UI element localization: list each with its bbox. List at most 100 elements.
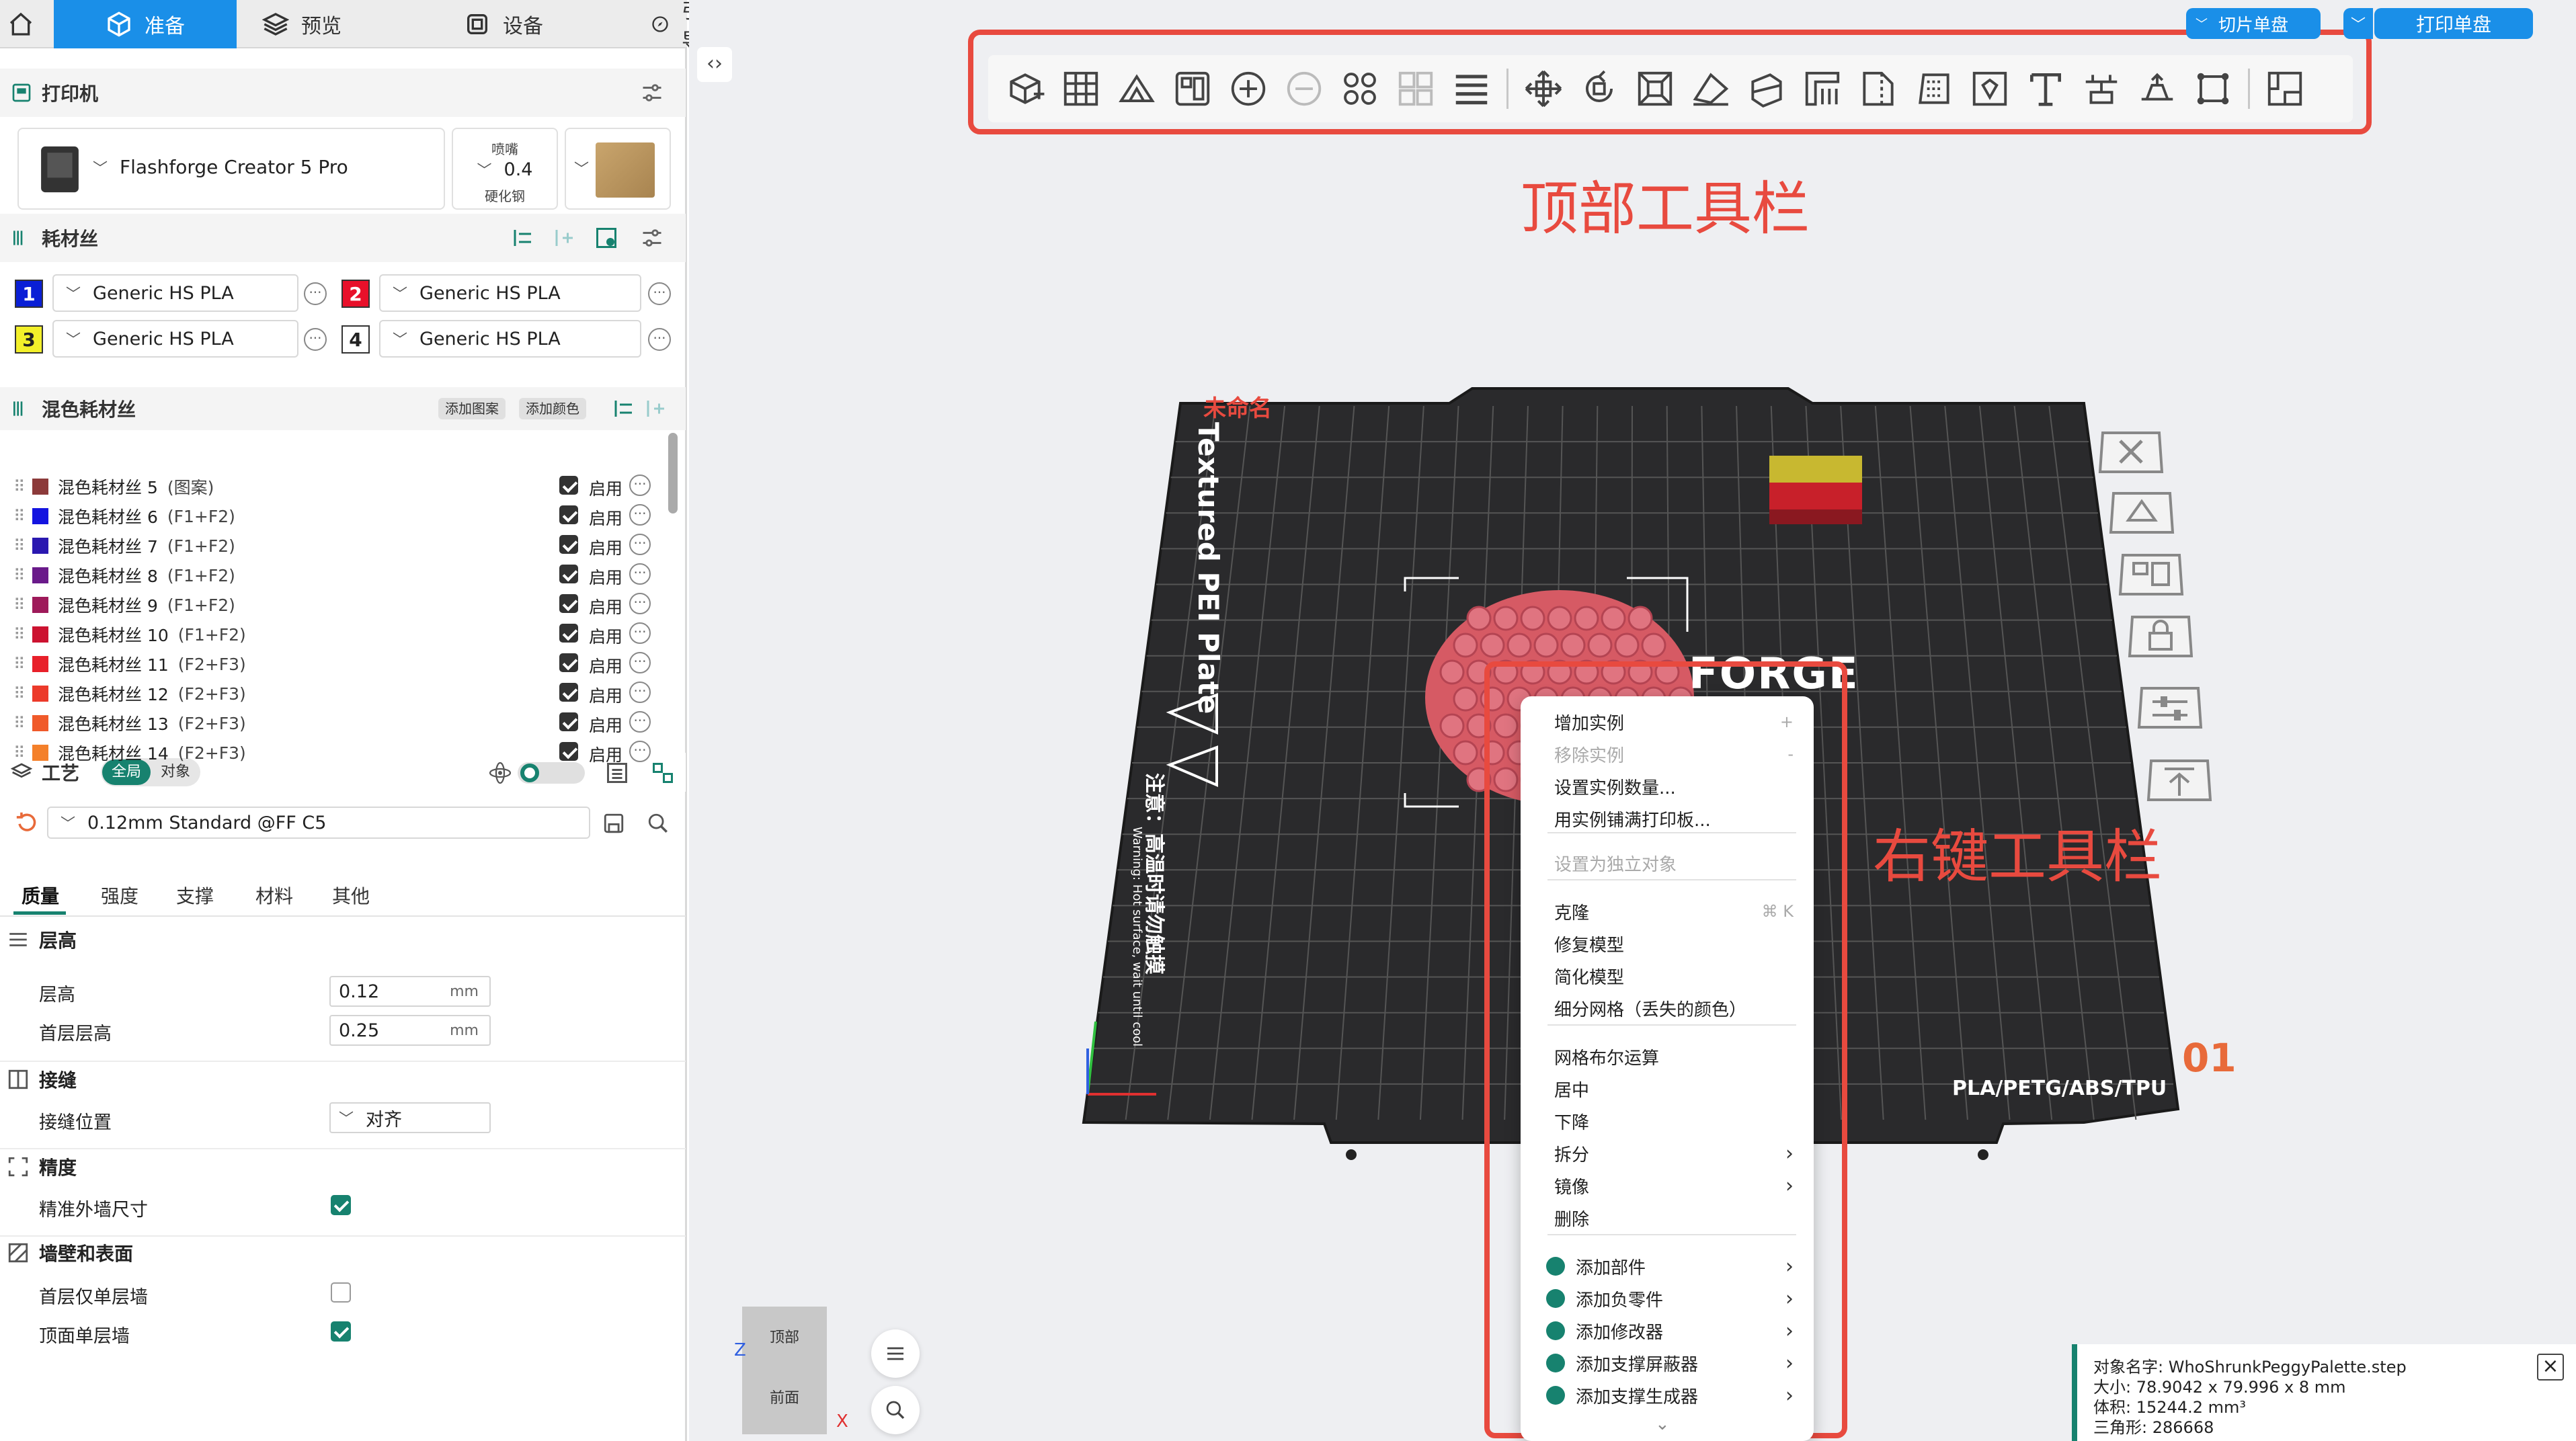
more-icon[interactable]: ··· [304,282,327,305]
list-item[interactable]: ⠿ 混色耗材丝 12 (F2+F3) 启用 ··· [13,679,666,708]
more-icon[interactable]: ··· [629,534,651,555]
tab-strength[interactable]: 强度 [101,882,138,909]
support-painting-icon[interactable] [1802,68,1843,110]
zoom-button[interactable] [871,1386,920,1434]
menu-item[interactable]: 居中 [1521,1073,1814,1105]
menu-item[interactable]: 添加支撑生成器 › [1521,1379,1814,1411]
more-icon[interactable]: ··· [648,282,671,305]
assembly-icon[interactable] [2192,68,2234,110]
menu-item[interactable]: 添加修改器 › [1521,1315,1814,1347]
drag-handle-icon[interactable]: ⠿ [13,536,32,555]
arrange-icon[interactable] [2118,552,2185,597]
list-item[interactable]: ⠿ 混色耗材丝 13 (F2+F3) 启用 ··· [13,708,666,738]
drag-handle-icon[interactable]: ⠿ [13,566,32,585]
measure-icon[interactable] [2081,68,2122,110]
menu-item[interactable]: 拆分 › [1521,1137,1814,1169]
menu-item[interactable]: 添加部件 › [1521,1250,1814,1282]
enable-checkbox[interactable] [559,535,578,554]
menu-item[interactable]: 镜像 › [1521,1169,1814,1202]
settings-sliders-icon[interactable] [640,226,664,250]
menu-item[interactable]: 设置实例数量... [1521,770,1814,802]
first-layer-height-input[interactable]: 0.25 mm [329,1015,491,1046]
process-preset-select[interactable]: ﹀ 0.12mm Standard @FF C5 [47,807,590,839]
move-to-top-icon[interactable] [2146,758,2213,802]
enable-checkbox[interactable] [559,594,578,613]
menu-item[interactable]: 增加实例 + [1521,706,1814,738]
drag-handle-icon[interactable]: ⠿ [13,714,32,733]
list-item[interactable]: ⠿ 混色耗材丝 11 (F2+F3) 启用 ··· [13,649,666,679]
filament-select-2[interactable]: ﹀ Generic HS PLA [379,274,641,312]
filament-add-icon[interactable] [644,397,668,421]
list-item[interactable]: ⠿ 混色耗材丝 6 (F1+F2) 启用 ··· [13,501,666,531]
add-object-icon[interactable] [1004,68,1046,110]
remove-instance-icon[interactable] [1283,68,1325,110]
settings-sliders-icon[interactable] [640,81,664,105]
menu-item[interactable]: 用实例铺满打印板... [1521,802,1814,835]
filament-select-1[interactable]: ﹀ Generic HS PLA [52,274,298,312]
auto-orient-icon[interactable] [2108,491,2175,535]
list-item[interactable]: ⠿ 混色耗材丝 7 (F1+F2) 启用 ··· [13,531,666,561]
collapse-sidebar-button[interactable]: ‹› [697,47,732,82]
menu-item[interactable]: 简化模型 [1521,960,1814,992]
plate-settings-icon[interactable] [2136,686,2204,730]
plate-grid-icon[interactable] [1060,68,1102,110]
drag-handle-icon[interactable]: ⠿ [13,595,32,614]
plate-selector[interactable]: ﹀ [565,128,671,210]
list-item[interactable]: ⠿ 混色耗材丝 10 (F1+F2) 启用 ··· [13,620,666,649]
list-item[interactable]: ⠿ 混色耗材丝 5 (图案) 启用 ··· [13,472,666,501]
lock-icon[interactable] [2127,614,2194,659]
more-icon[interactable]: ··· [629,741,651,762]
menu-item[interactable]: 网格布尔运算 [1521,1040,1814,1073]
auto-orient-icon[interactable] [1116,68,1158,110]
seam-painting-icon[interactable] [1857,68,1899,110]
split-objects-icon[interactable] [1339,68,1381,110]
lay-on-face-icon[interactable] [1690,68,1732,110]
more-icon[interactable]: ··· [629,622,651,644]
add-pattern-button[interactable]: 添加图案 [438,398,506,419]
drag-handle-icon[interactable]: ⠿ [13,507,32,526]
tab-prepare[interactable]: 准备 [54,0,237,48]
menu-item[interactable]: 修复模型 [1521,928,1814,960]
menu-item[interactable]: 添加支撑屏蔽器 › [1521,1347,1814,1379]
enable-checkbox[interactable] [559,476,578,495]
enable-checkbox[interactable] [559,624,578,643]
enable-checkbox[interactable] [559,742,578,761]
filament-select-4[interactable]: ﹀ Generic HS PLA [379,320,641,358]
menu-item[interactable]: 删除 [1521,1202,1814,1234]
save-icon[interactable] [602,812,625,835]
enable-checkbox[interactable] [559,565,578,583]
slice-plate-button[interactable]: ﹀ 切片单盘 [2186,8,2321,39]
arrange-icon[interactable] [1172,68,1213,110]
drag-handle-icon[interactable]: ⠿ [13,625,32,644]
tab-device[interactable]: 设备 [464,0,543,48]
more-icon[interactable]: ··· [648,328,671,351]
chevron-down-icon[interactable]: ⌄ [1655,1414,1670,1434]
close-plate-icon[interactable] [2097,430,2165,475]
scale-icon[interactable] [1634,68,1676,110]
more-icon[interactable]: ··· [304,328,327,351]
nozzle-selector[interactable]: 喷嘴 ﹀ 0.4 硬化钢 [452,128,558,210]
menu-item[interactable]: 细分网格（丢失的颜色） [1521,992,1814,1024]
fuzzy-skin-icon[interactable] [1913,68,1955,110]
enable-checkbox[interactable] [559,505,578,524]
more-icon[interactable]: ··· [629,593,651,614]
tab-quality[interactable]: 质量 [22,882,59,909]
more-icon[interactable]: ··· [629,504,651,526]
more-icon[interactable]: ··· [629,563,651,585]
tab-support[interactable]: 支撑 [176,882,214,909]
enable-checkbox[interactable] [559,683,578,702]
filament-select-3[interactable]: ﹀ Generic HS PLA [52,320,298,358]
filament-sync-icon[interactable] [511,226,535,250]
drag-handle-icon[interactable]: ⠿ [13,477,32,496]
filament-edit-icon[interactable] [594,226,618,250]
printer-selector[interactable]: ﹀ Flashforge Creator 5 Pro [17,128,445,210]
tab-other[interactable]: 其他 [332,882,370,909]
more-icon[interactable]: ··· [629,682,651,703]
brim-ears-icon[interactable] [2264,68,2306,110]
close-icon[interactable]: × [2537,1354,2564,1381]
list-item[interactable]: ⠿ 混色耗材丝 9 (F1+F2) 启用 ··· [13,590,666,620]
view-cube-front[interactable]: 前面 [742,1386,827,1407]
text-icon[interactable] [2025,68,2066,110]
view-cube[interactable]: 顶部 前面 [742,1307,827,1434]
precise-outer-wall-checkbox[interactable] [331,1195,351,1215]
